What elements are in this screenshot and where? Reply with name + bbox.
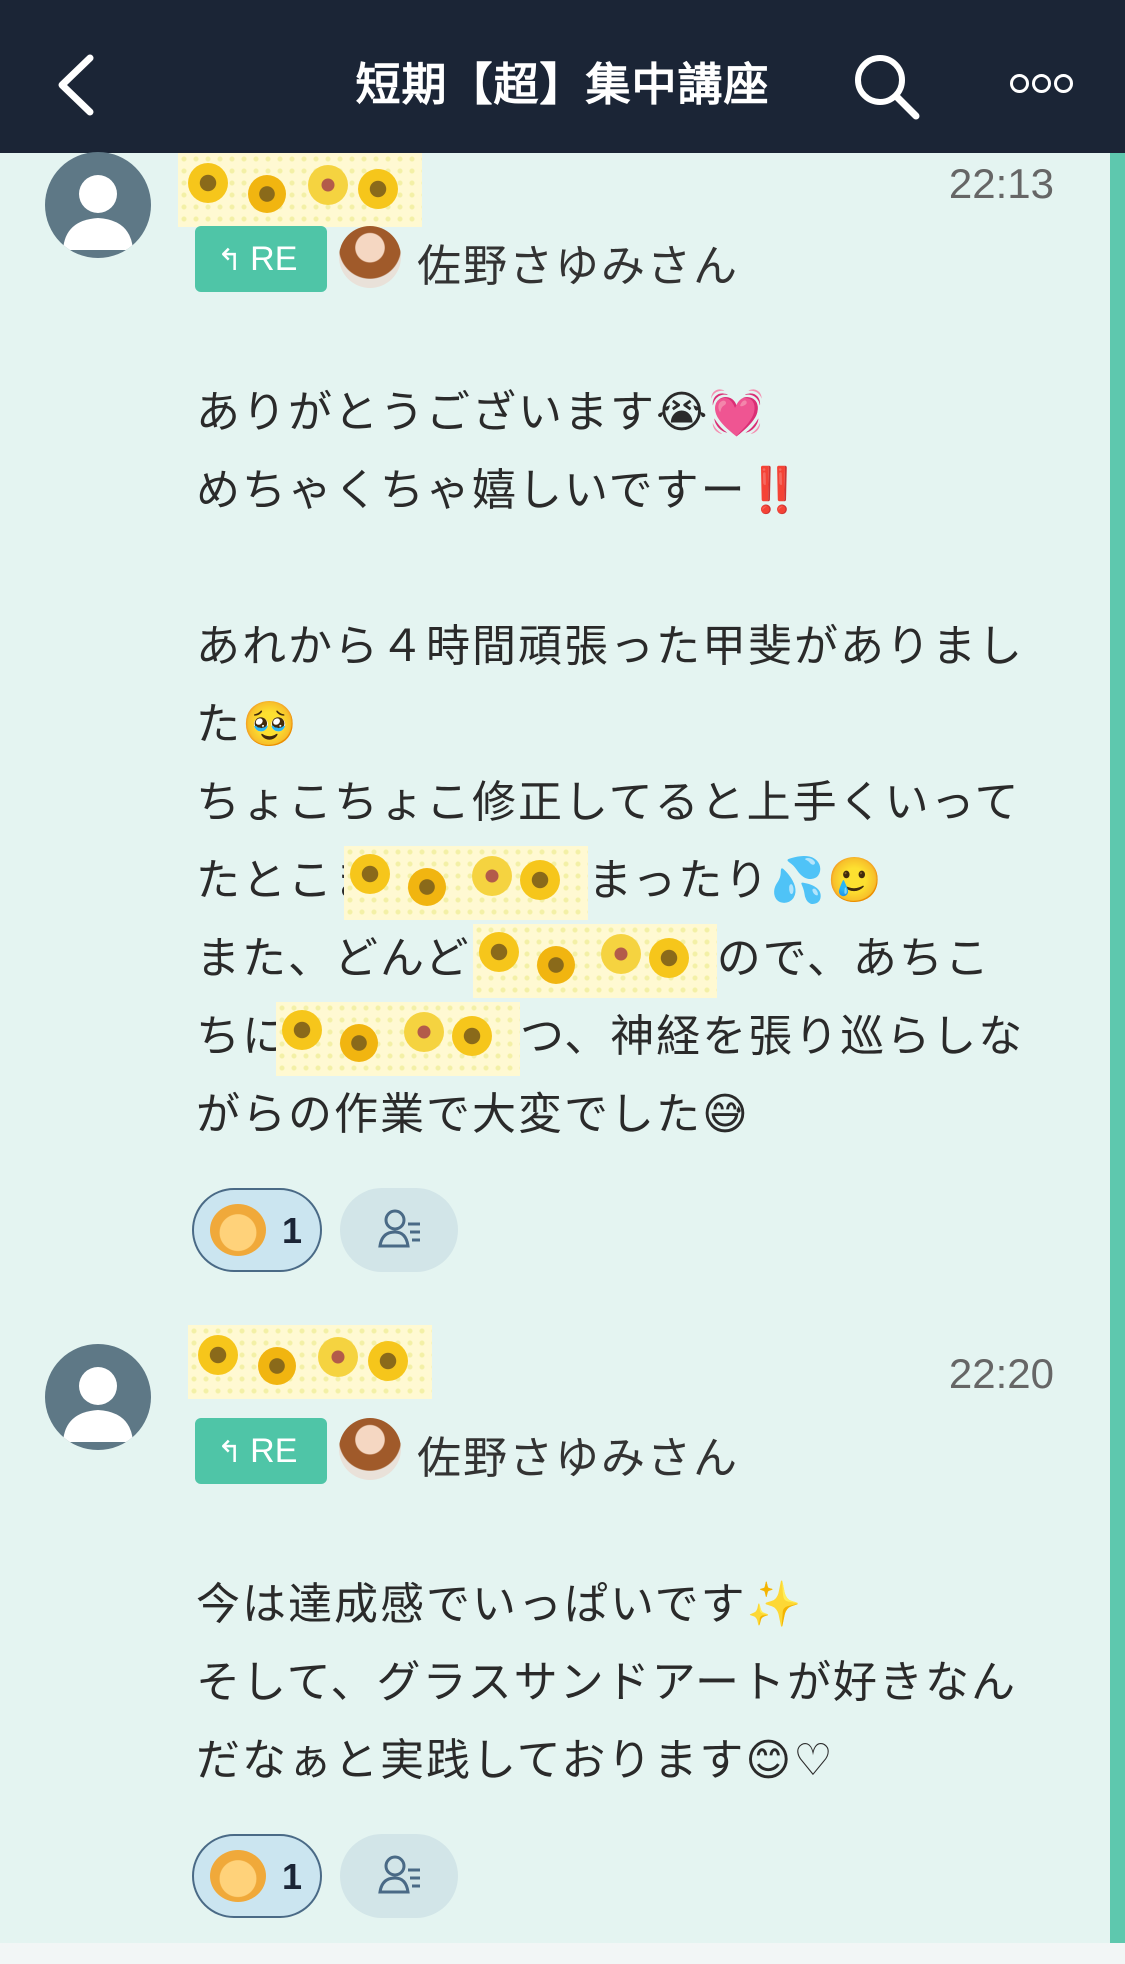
text-segment: また、どんどん <box>196 933 517 984</box>
search-icon[interactable] <box>852 52 922 122</box>
sender-name-hidden <box>188 1325 432 1399</box>
chat-title: 短期【超】集中講座 <box>355 58 770 111</box>
scrollbar[interactable] <box>1110 153 1125 1943</box>
message-line <box>196 1488 1076 1566</box>
re-label: RE <box>250 240 298 278</box>
re-badge[interactable]: ↰ RE <box>195 226 327 292</box>
reply-name: 佐野さゆみさん <box>417 241 739 292</box>
message-line: ちょこちょこ修正してると上手くいって <box>196 777 1021 828</box>
message-line: そして、グラスサンドアートが好きなん <box>196 1657 1017 1708</box>
reaction-emoji-icon <box>210 1850 266 1902</box>
message-line: あれから４時間頑張った甲斐がありまし <box>196 621 1024 672</box>
message-line: だなぁと実践しております😊♡ <box>196 1735 835 1786</box>
reaction-button[interactable]: 1 <box>192 1834 322 1918</box>
reaction-count: 1 <box>282 1210 303 1251</box>
message-line: たとこま まったり💦🥲 <box>196 842 1076 920</box>
hidden-text-mask <box>344 846 588 920</box>
message-time: 22:20 <box>948 1350 1054 1397</box>
members-icon <box>378 1209 420 1248</box>
sender-name-hidden <box>178 153 422 227</box>
avatar[interactable] <box>45 1344 151 1450</box>
reply-arrow-icon: ↰ <box>217 244 243 277</box>
text-segment: ので、あちこ <box>716 933 991 984</box>
message-line <box>196 530 1076 608</box>
message-line: がらの作業で大変でした😅 <box>196 1089 750 1140</box>
chat-header: 短期【超】集中講座 <box>0 0 1125 153</box>
hidden-text-mask <box>276 1002 520 1076</box>
reply-avatar <box>339 1418 401 1480</box>
message-line: ありがとうございます😭💓 <box>196 387 767 438</box>
members-icon <box>378 1855 420 1894</box>
reply-avatar <box>339 226 401 288</box>
message-body: 今は達成感でいっぱいです✨ そして、グラスサンドアートが好きなん だなぁと実践し… <box>196 1488 1076 1800</box>
hidden-text-mask <box>472 924 717 998</box>
message-line: また、どんどん ので、あちこ <box>196 920 1076 998</box>
reaction-button[interactable]: 1 <box>192 1188 322 1272</box>
message-body: ありがとうございます😭💓 めちゃくちゃ嬉しいですー‼️ あれから４時間頑張った甲… <box>196 296 1076 1154</box>
text-segment: ちに <box>196 1011 288 1062</box>
message-line: 今は達成感でいっぱいです✨ <box>196 1579 804 1630</box>
message-line: めちゃくちゃ嬉しいですー‼️ <box>196 465 804 516</box>
reaction-count: 1 <box>282 1856 303 1897</box>
text-segment: つ、神経を張り巡らしな <box>520 1011 1025 1062</box>
reply-arrow-icon: ↰ <box>217 1436 243 1469</box>
bottom-strip <box>0 1943 1125 1964</box>
text-segment: まったり💦🥲 <box>588 855 884 906</box>
message-time: 22:13 <box>948 160 1054 207</box>
reaction-emoji-icon <box>210 1204 266 1256</box>
more-horizontal-icon[interactable] <box>1010 74 1080 98</box>
message-line <box>196 296 1076 374</box>
reply-name: 佐野さゆみさん <box>417 1433 739 1484</box>
re-badge[interactable]: ↰ RE <box>195 1418 327 1484</box>
read-members-button[interactable] <box>340 1834 458 1918</box>
avatar[interactable] <box>45 152 151 258</box>
message-line: た🥹 <box>196 699 299 750</box>
re-label: RE <box>250 1432 298 1470</box>
message-line: ちに つ、神経を張り巡らしな <box>196 998 1076 1076</box>
read-members-button[interactable] <box>340 1188 458 1272</box>
